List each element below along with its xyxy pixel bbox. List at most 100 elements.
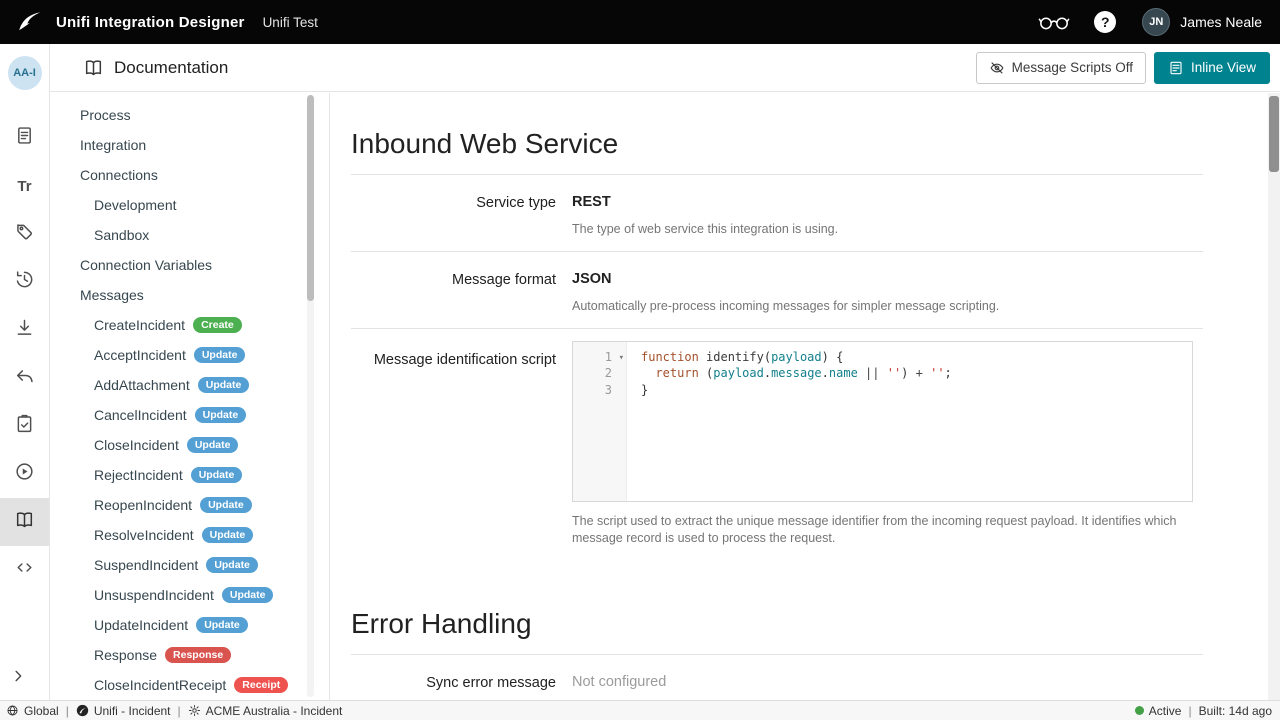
nav-item-connections[interactable]: Connections <box>50 160 329 190</box>
nav-item-closeincident[interactable]: CloseIncidentUpdate <box>50 430 329 460</box>
nav-item-connection-variables[interactable]: Connection Variables <box>50 250 329 280</box>
nav-item-unsuspendincident[interactable]: UnsuspendIncidentUpdate <box>50 580 329 610</box>
nav-item-label: Messages <box>80 287 144 303</box>
field-value: Not configured <box>572 674 1193 690</box>
inline-view-button[interactable]: Inline View <box>1154 52 1270 84</box>
nav-scrollbar[interactable] <box>307 95 314 697</box>
statusbar-item-acme-australia-incident[interactable]: ACME Australia - Incident <box>188 704 343 718</box>
rail-button-tag[interactable] <box>0 210 49 258</box>
nav-item-badge: Update <box>191 467 243 484</box>
icon-rail-list: Tr <box>0 114 49 594</box>
workspace-badge[interactable]: AA-I <box>8 56 42 90</box>
rail-button-play-circle[interactable] <box>0 450 49 498</box>
nav-item-badge: Receipt <box>234 677 288 694</box>
statusbar-item-unifi-incident[interactable]: Unifi - Incident <box>76 704 171 718</box>
code-line: return (payload.message.name || '') + ''… <box>641 365 952 382</box>
error-fields: Sync error messageNot configuredThe mess… <box>351 655 1203 701</box>
separator: | <box>178 704 181 718</box>
field-description: Automatically pre-process incoming messa… <box>572 298 1193 315</box>
gear-icon <box>188 704 201 717</box>
icon-rail: AA-I Tr <box>0 44 50 700</box>
nav-item-label: CloseIncidentReceipt <box>94 677 226 693</box>
nav-item-label: CreateIncident <box>94 317 185 333</box>
app-title: Unifi Integration Designer <box>56 14 245 31</box>
field-value: JSON <box>572 271 1193 287</box>
rail-button-reply[interactable] <box>0 354 49 402</box>
help-icon[interactable]: ? <box>1094 11 1116 33</box>
nav-item-messages[interactable]: Messages <box>50 280 329 310</box>
environment-link[interactable]: Unifi Test <box>263 15 318 30</box>
build-info: Built: 14d ago <box>1199 704 1272 718</box>
nav-item-acceptincident[interactable]: AcceptIncidentUpdate <box>50 340 329 370</box>
unifi-icon <box>76 704 89 717</box>
rail-button-history[interactable] <box>0 258 49 306</box>
line-number: 1 <box>605 350 612 364</box>
nav-item-label: Process <box>80 107 131 123</box>
preview-glasses-icon[interactable] <box>1038 12 1070 32</box>
rail-button-code[interactable] <box>0 546 49 594</box>
rail-button-document[interactable] <box>0 114 49 162</box>
nav-item-badge: Update <box>195 407 247 424</box>
nav-item-badge: Update <box>198 377 250 394</box>
inline-view-label: Inline View <box>1191 60 1256 75</box>
message-scripts-toggle-button[interactable]: Message Scripts Off <box>976 52 1146 84</box>
status-bar: Global | Unifi - Incident | ACME Australia -… <box>0 700 1280 720</box>
nav-item-development[interactable]: Development <box>50 190 329 220</box>
rail-button-download[interactable] <box>0 306 49 354</box>
nav-item-suspendincident[interactable]: SuspendIncidentUpdate <box>50 550 329 580</box>
inline-view-icon <box>1168 60 1184 76</box>
nav-item-rejectincident[interactable]: RejectIncidentUpdate <box>50 460 329 490</box>
field-description: The script used to extract the unique me… <box>572 513 1193 547</box>
app-logo-icon[interactable] <box>16 9 42 35</box>
separator: | <box>66 704 69 718</box>
nav-item-addattachment[interactable]: AddAttachment Update <box>50 370 329 400</box>
code-icon <box>14 557 35 583</box>
expand-rail-button[interactable] <box>8 666 30 688</box>
nav-item-cancelincident[interactable]: CancelIncidentUpdate <box>50 400 329 430</box>
nav-item-label: ReopenIncident <box>94 497 192 513</box>
statusbar-item-label: Global <box>24 704 59 718</box>
nav-item-process[interactable]: Process <box>50 100 329 130</box>
document-icon <box>14 125 35 151</box>
nav-item-label: AcceptIncident <box>94 347 186 363</box>
main-scrollbar-thumb[interactable] <box>1269 96 1279 172</box>
nav-item-updateincident[interactable]: UpdateIncidentUpdate <box>50 610 329 640</box>
nav-item-label: Sandbox <box>94 227 149 243</box>
page-header: Documentation Message Scripts Off Inline… <box>50 44 1280 92</box>
doc-nav-panel: Process Integration ConnectionsDevelopment… <box>50 93 330 700</box>
nav-item-closeincidentreceipt[interactable]: CloseIncidentReceipt Receipt <box>50 670 329 700</box>
code-line: function identify(payload) { <box>641 349 952 366</box>
nav-item-integration[interactable]: Integration <box>50 130 329 160</box>
fold-arrow-icon[interactable]: ▾ <box>619 350 624 367</box>
download-icon <box>14 317 35 343</box>
nav-item-badge: Update <box>202 527 254 544</box>
code-editor[interactable]: 1▾23 function identify(payload) { return… <box>572 341 1193 502</box>
section-title-inbound-web-service: Inbound Web Service <box>351 126 1203 175</box>
documentation-book-icon <box>83 57 104 78</box>
user-avatar[interactable]: JN <box>1142 8 1170 36</box>
help-glyph: ? <box>1101 14 1110 30</box>
nav-item-createincident[interactable]: CreateIncidentCreate <box>50 310 329 340</box>
main-scrollbar[interactable] <box>1268 93 1280 700</box>
active-status-dot-icon <box>1135 706 1144 715</box>
nav-item-label: AddAttachment <box>94 377 190 393</box>
statusbar-item-global[interactable]: Global <box>6 704 59 718</box>
play-circle-icon <box>14 461 35 487</box>
nav-item-response[interactable]: ResponseResponse <box>50 640 329 670</box>
field-label: Message format <box>351 271 556 315</box>
nav-item-sandbox[interactable]: Sandbox <box>50 220 329 250</box>
statusbar-right: Active | Built: 14d ago <box>1135 704 1272 718</box>
nav-scrollbar-thumb[interactable] <box>307 95 314 301</box>
field-value: REST <box>572 194 1193 210</box>
nav-item-label: Integration <box>80 137 146 153</box>
nav-item-reopenincident[interactable]: ReopenIncidentUpdate <box>50 490 329 520</box>
rail-button-tasks[interactable] <box>0 402 49 450</box>
book-icon <box>14 509 35 535</box>
text-format-icon: Tr <box>17 178 31 195</box>
rail-button-book[interactable] <box>0 498 49 546</box>
nav-item-resolveincident[interactable]: ResolveIncidentUpdate <box>50 520 329 550</box>
rail-button-text-format[interactable]: Tr <box>0 162 49 210</box>
user-name[interactable]: James Neale <box>1180 14 1262 30</box>
field-row-message-format: Message format JSON Automatically pre-proc… <box>351 252 1203 329</box>
field-description: The type of web service this integration… <box>572 221 1193 238</box>
